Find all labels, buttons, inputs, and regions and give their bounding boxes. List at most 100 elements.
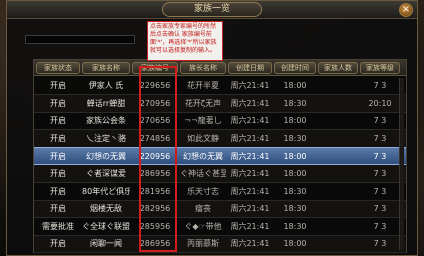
column-header[interactable]: 家族名称 [82, 62, 130, 74]
family-list-window: 家族一览 × 点击家族专家编号的所然后点击确认 家族编号前面'*'，再选择'*'… [6, 0, 418, 256]
table-cell: 281956 [139, 186, 171, 196]
table-row[interactable]: 开启 乀注定丶骆 274856 如此文静 周六21:41 18:30 7 3 [34, 129, 406, 148]
table-cell: 乐天寸志 [187, 186, 219, 196]
table-cell: 7 3 [373, 239, 387, 249]
table-cell [318, 235, 358, 253]
table-cell: 瘤丧 [195, 204, 211, 214]
table-cell: 花开ζ无声 [184, 98, 222, 108]
table-cell: 周六21:41 [230, 169, 270, 178]
table-cell: 周六21:41 [230, 186, 270, 196]
family-table: 家族状态 家族名称 家族编号 族长名称 创建日期 创建时间 家族人数 家族等级 开启 伊家人 氏… [33, 59, 407, 254]
table-cell: 乀注定丶骆 [86, 133, 126, 143]
table-cell: 285956 [139, 221, 171, 231]
table-cell: 开启 [50, 116, 66, 126]
table-cell [318, 165, 358, 183]
table-header: 家族状态 家族名称 家族编号 族长名称 创建日期 创建时间 家族人数 家族等级 [34, 60, 406, 76]
table-row[interactable]: 开启 ぐ者深谋爱 286956 ぐ神话ぐ甚至 周六21:41 18:00 7 3 [34, 165, 406, 183]
table-row[interactable]: 开启 80年代ど俱乐 281956 乐天寸志 周六21:41 18:30 7 3 [34, 183, 406, 201]
table-cell [318, 77, 358, 95]
table-cell: 18:30 [283, 204, 307, 214]
search-input[interactable] [25, 35, 135, 44]
column-header[interactable]: 族长名称 [180, 62, 226, 74]
table-cell [318, 148, 358, 166]
window-title: 家族一览 [162, 2, 262, 17]
table-cell: 18:00 [283, 152, 307, 162]
table-cell: 7 3 [373, 221, 387, 231]
table-cell [318, 183, 358, 201]
table-cell: 7 3 [373, 169, 387, 178]
column-header[interactable]: 家族编号 [132, 62, 178, 74]
table-cell: 开启 [50, 186, 66, 196]
table-cell: 18:00 [283, 116, 307, 126]
scrollbar[interactable] [399, 78, 404, 250]
table-cell: 20:10 [368, 98, 392, 108]
table-cell [318, 200, 358, 218]
table-cell [318, 218, 358, 236]
table-cell: 开启 [50, 152, 66, 162]
column-header[interactable]: 创建日期 [228, 62, 272, 74]
column-header[interactable]: 创建时间 [274, 62, 316, 74]
table-cell: 7 3 [373, 204, 387, 214]
table-cell: 周六21:41 [230, 239, 270, 249]
table-cell: 蝉话rr蝉甜 [86, 98, 126, 108]
table-row[interactable]: 开启 蝉话rr蝉甜 270956 花开ζ无声 周六21:41 18:30 20:10 [34, 94, 406, 113]
table-row[interactable]: 开启 伊家人 氏 229656 花开半夏 周六21:41 18:00 7 3 [34, 77, 406, 95]
table-cell [318, 95, 358, 113]
table-cell: 花开半夏 [187, 81, 219, 90]
table-cell: 周六21:41 [230, 152, 270, 162]
table-row[interactable]: 开启 烟楼无敌 282956 瘤丧 周六21:41 18:30 7 3 [34, 200, 406, 219]
table-cell: 286956 [139, 239, 171, 249]
table-row[interactable]: 开启 幻想の无翼 220956 幻想の无翼 周六21:41 18:00 7 3 [34, 147, 406, 166]
table-cell: 如此文静 [187, 133, 219, 143]
table-cell: 18:00 [283, 169, 307, 178]
table-row[interactable]: 需要批准 ぐ全球ぐ联盟 285956 ぐ◆☞带他 周六21:41 18:30 7 3 [34, 218, 406, 236]
table-cell: 需要批准 [42, 221, 74, 231]
column-header[interactable]: 家族等级 [360, 62, 400, 74]
table-cell: 270656 [139, 116, 171, 126]
column-header[interactable]: 家族人数 [318, 62, 358, 74]
table-cell: 周六21:41 [230, 116, 270, 126]
table-cell: 开启 [50, 81, 66, 90]
table-cell: 幻想の无翼 [183, 152, 223, 162]
table-cell: ¬¬龍著乚 [184, 116, 222, 126]
table-cell: 7 3 [373, 81, 387, 90]
table-cell: 开启 [50, 98, 66, 108]
table-cell: 18:30 [283, 98, 307, 108]
table-cell: ぐ者深谋爱 [86, 169, 126, 178]
table-cell: ぐ◆☞带他 [184, 221, 222, 231]
table-cell: 周六21:41 [230, 81, 270, 90]
table-cell: 伊家人 氏 [88, 81, 124, 90]
column-header[interactable]: 家族状态 [36, 62, 80, 74]
title-bar[interactable]: 家族一览 × [7, 1, 417, 19]
table-cell [318, 130, 358, 148]
table-cell: 丙丽慕斯 [187, 239, 219, 249]
table-cell: 270956 [139, 98, 171, 108]
table-cell: 开启 [50, 204, 66, 214]
table-cell: 80年代ど俱乐 [82, 186, 130, 196]
table-cell: 18:00 [283, 239, 307, 249]
table-cell: 家族公会条 [86, 116, 126, 126]
table-cell: 周六21:41 [230, 221, 270, 231]
table-cell: 开启 [50, 169, 66, 178]
table-cell: 7 3 [373, 116, 387, 126]
table-cell: 周六21:41 [230, 133, 270, 143]
table-cell: 幻想の无翼 [86, 152, 126, 162]
table-cell: 286956 [139, 169, 171, 178]
table-cell: 274856 [139, 133, 171, 143]
close-icon[interactable]: × [399, 3, 413, 17]
table-cell: 烟楼无敌 [90, 204, 122, 214]
table-cell: 18:00 [283, 81, 307, 90]
table-row[interactable]: 开启 家族公会条 270656 ¬¬龍著乚 周六21:41 18:00 7 3 [34, 112, 406, 131]
table-cell: 闲聊一闻 [90, 239, 122, 249]
tutorial-annotation: 点击家族专家编号的所然后点击确认 家族编号前面'*'，再选择'*'所以家族就可以… [147, 21, 223, 61]
table-cell: 开启 [50, 239, 66, 249]
table-cell: 7 3 [373, 152, 387, 162]
table-cell: 开启 [50, 133, 66, 143]
table-cell [318, 112, 358, 130]
table-cell: 周六21:41 [230, 204, 270, 214]
table-cell: 18:30 [283, 221, 307, 231]
table-cell: 7 3 [373, 186, 387, 196]
table-cell: 18:30 [283, 133, 307, 143]
table-cell: 220956 [139, 152, 171, 162]
table-row[interactable]: 开启 闲聊一闻 286956 丙丽慕斯 周六21:41 18:00 7 3 [34, 235, 406, 254]
